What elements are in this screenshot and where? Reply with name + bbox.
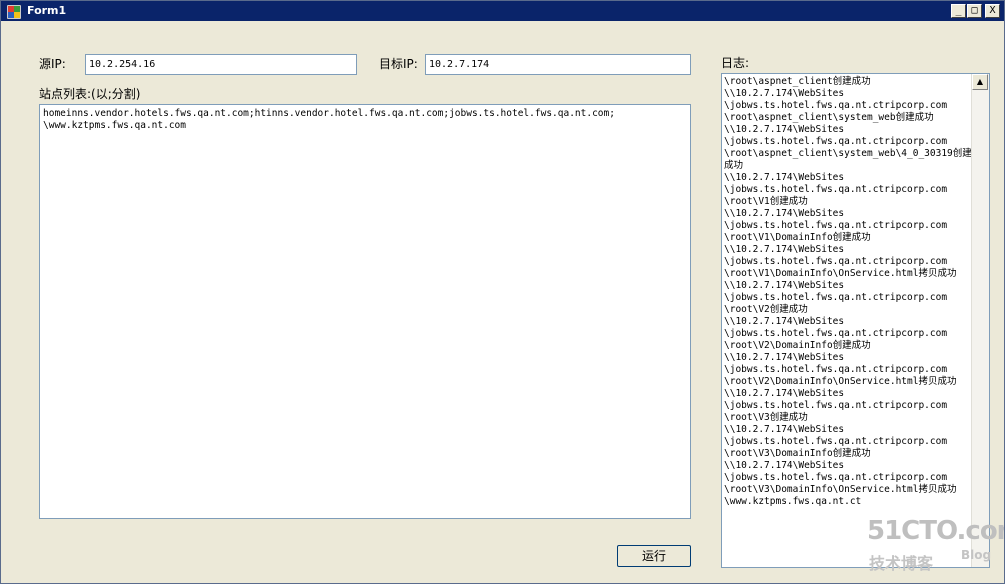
target-ip-label: 目标IP: [379,57,418,71]
log-scrollbar[interactable]: ▲ [971,74,989,567]
source-ip-input[interactable] [85,54,357,75]
watermark-subtitle: 技术博客 [869,554,934,573]
app-icon [6,4,22,20]
main-window: Form1 _ □ X 源IP: 目标IP: 站点列表:(以;分割) homei… [0,0,1005,584]
log-textarea[interactable]: \root\aspnet_client创建成功 \\10.2.7.174\Web… [721,73,990,568]
site-list-textarea[interactable]: homeinns.vendor.hotels.fws.qa.nt.com;hti… [39,104,691,519]
log-label: 日志: [721,56,750,70]
target-ip-input[interactable] [425,54,691,75]
title-bar[interactable]: Form1 _ □ X [1,1,1004,21]
source-ip-label: 源IP: [39,57,66,71]
site-list-label: 站点列表:(以;分割) [39,87,141,101]
close-button[interactable]: X [985,4,1000,18]
watermark-blog: Blog [961,548,992,562]
maximize-button[interactable]: □ [967,4,982,18]
watermark-brand: 51CTO.com [867,516,1004,546]
scroll-up-button[interactable]: ▲ [972,74,988,90]
window-title: Form1 [27,4,67,17]
run-button[interactable]: 运行 [617,545,691,567]
watermark: 51CTO.com 技术博客 Blog [861,516,1004,576]
minimize-button[interactable]: _ [951,4,966,18]
log-content: \root\aspnet_client创建成功 \\10.2.7.174\Web… [724,76,972,507]
